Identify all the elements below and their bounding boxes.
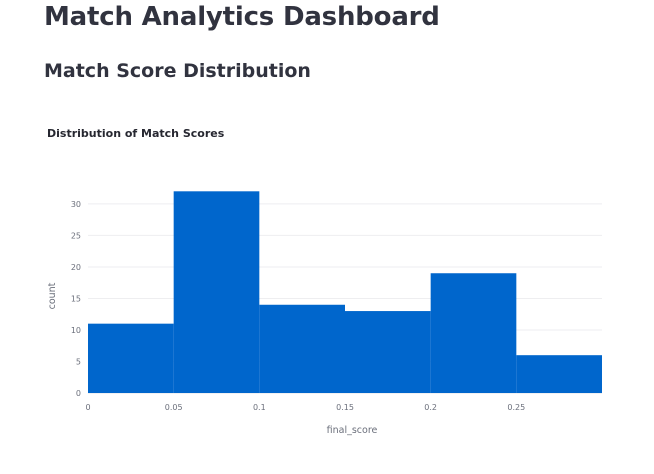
- histogram-bar[interactable]: [173, 191, 260, 393]
- page-title: Match Analytics Dashboard: [44, 2, 440, 32]
- histogram-bar[interactable]: [345, 311, 431, 393]
- chart-title: Distribution of Match Scores: [47, 127, 225, 140]
- y-axis-ticks: 0 5 10 15 20 25 30: [71, 200, 81, 398]
- x-tick-label: 0.15: [336, 403, 354, 412]
- dashboard-page: Match Analytics Dashboard Match Score Di…: [0, 0, 654, 474]
- y-tick-label: 25: [71, 231, 81, 240]
- histogram-svg[interactable]: Distribution of Match Scores 0 5 10 15 20 25 3…: [0, 110, 654, 474]
- x-tick-label: 0.2: [424, 403, 437, 412]
- x-axis-ticks: 0 0.05 0.1 0.15 0.2 0.25: [85, 403, 525, 412]
- x-tick-label: 0.05: [165, 403, 183, 412]
- y-axis-label: count: [47, 282, 58, 309]
- y-tick-label: 30: [71, 200, 81, 209]
- y-tick-label: 20: [71, 263, 81, 272]
- x-tick-label: 0.25: [507, 403, 525, 412]
- bars[interactable]: [88, 191, 602, 393]
- x-tick-label: 0.1: [253, 403, 266, 412]
- histogram-bar[interactable]: [430, 273, 517, 393]
- y-tick-label: 0: [76, 389, 81, 398]
- x-tick-label: 0: [85, 403, 90, 412]
- y-tick-label: 15: [71, 294, 81, 303]
- y-tick-label: 5: [76, 357, 81, 366]
- section-title: Match Score Distribution: [44, 60, 311, 82]
- y-tick-label: 10: [71, 326, 81, 335]
- x-axis-label: final_score: [327, 425, 378, 436]
- histogram-bar[interactable]: [516, 355, 602, 393]
- histogram-chart[interactable]: Distribution of Match Scores 0 5 10 15 20 25 3…: [0, 110, 654, 474]
- histogram-bar[interactable]: [88, 323, 174, 393]
- histogram-bar[interactable]: [259, 304, 345, 393]
